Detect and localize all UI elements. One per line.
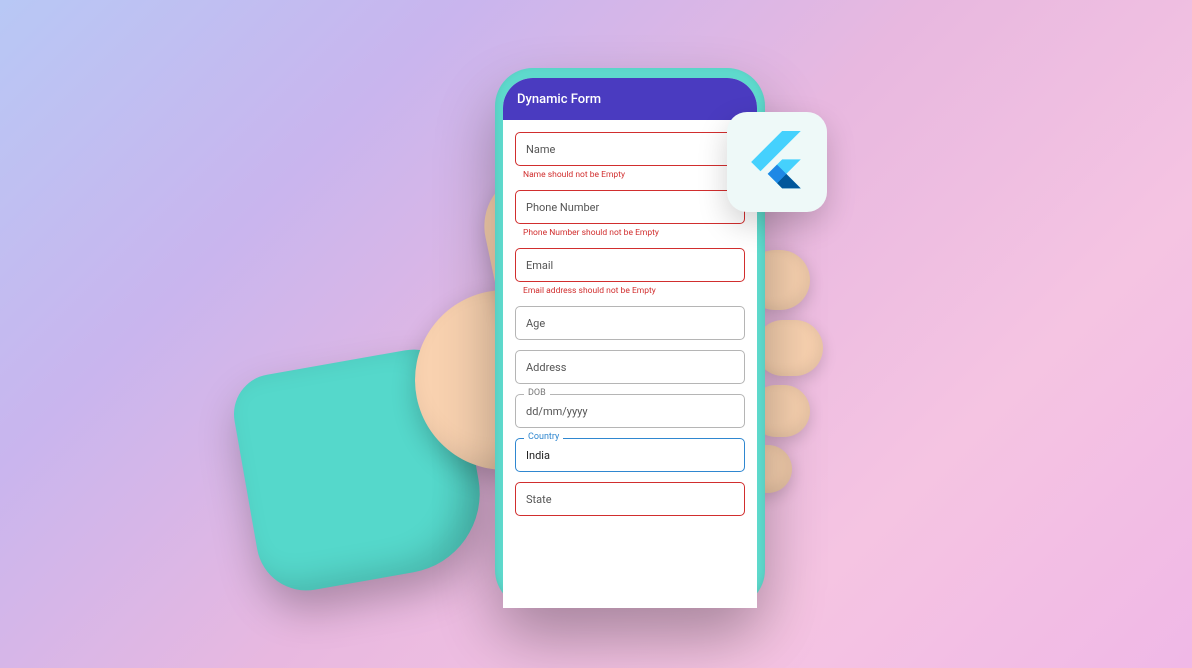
age-field-group: Age <box>515 306 745 340</box>
email-input[interactable]: Email <box>515 248 745 282</box>
address-input[interactable]: Address <box>515 350 745 384</box>
name-field-group: Name Name should not be Empty <box>515 132 745 180</box>
input-placeholder: Email <box>526 259 553 272</box>
phone-input[interactable]: Phone Number <box>515 190 745 224</box>
phone-error-text: Phone Number should not be Empty <box>523 228 745 238</box>
dob-value: dd/mm/yyyy <box>526 405 588 418</box>
input-placeholder: State <box>526 493 552 506</box>
finger-shape <box>755 320 823 376</box>
flutter-logo-badge <box>727 112 827 212</box>
state-input[interactable]: State <box>515 482 745 516</box>
country-field-group: Country India <box>515 438 745 472</box>
name-error-text: Name should not be Empty <box>523 170 745 180</box>
app-bar-title: Dynamic Form <box>517 92 601 107</box>
email-field-group: Email Email address should not be Empty <box>515 248 745 296</box>
phone-screen: Dynamic Form Name Name should not be Emp… <box>503 78 757 608</box>
input-placeholder: Address <box>526 361 566 374</box>
address-field-group: Address <box>515 350 745 384</box>
country-input[interactable]: Country India <box>515 438 745 472</box>
input-placeholder: Name <box>526 143 555 156</box>
form-container: Name Name should not be Empty Phone Numb… <box>503 120 757 516</box>
dob-input[interactable]: DOB dd/mm/yyyy <box>515 394 745 428</box>
name-input[interactable]: Name <box>515 132 745 166</box>
state-field-group: State <box>515 482 745 516</box>
dob-field-group: DOB dd/mm/yyyy <box>515 394 745 428</box>
email-error-text: Email address should not be Empty <box>523 286 745 296</box>
country-label: Country <box>524 432 563 442</box>
input-placeholder: Phone Number <box>526 201 599 214</box>
age-input[interactable]: Age <box>515 306 745 340</box>
country-value: India <box>526 449 550 462</box>
phone-field-group: Phone Number Phone Number should not be … <box>515 190 745 238</box>
dob-label: DOB <box>524 388 550 398</box>
flutter-icon <box>751 131 803 193</box>
phone-device: Dynamic Form Name Name should not be Emp… <box>495 68 765 608</box>
input-placeholder: Age <box>526 317 545 330</box>
app-bar: Dynamic Form <box>503 78 757 120</box>
